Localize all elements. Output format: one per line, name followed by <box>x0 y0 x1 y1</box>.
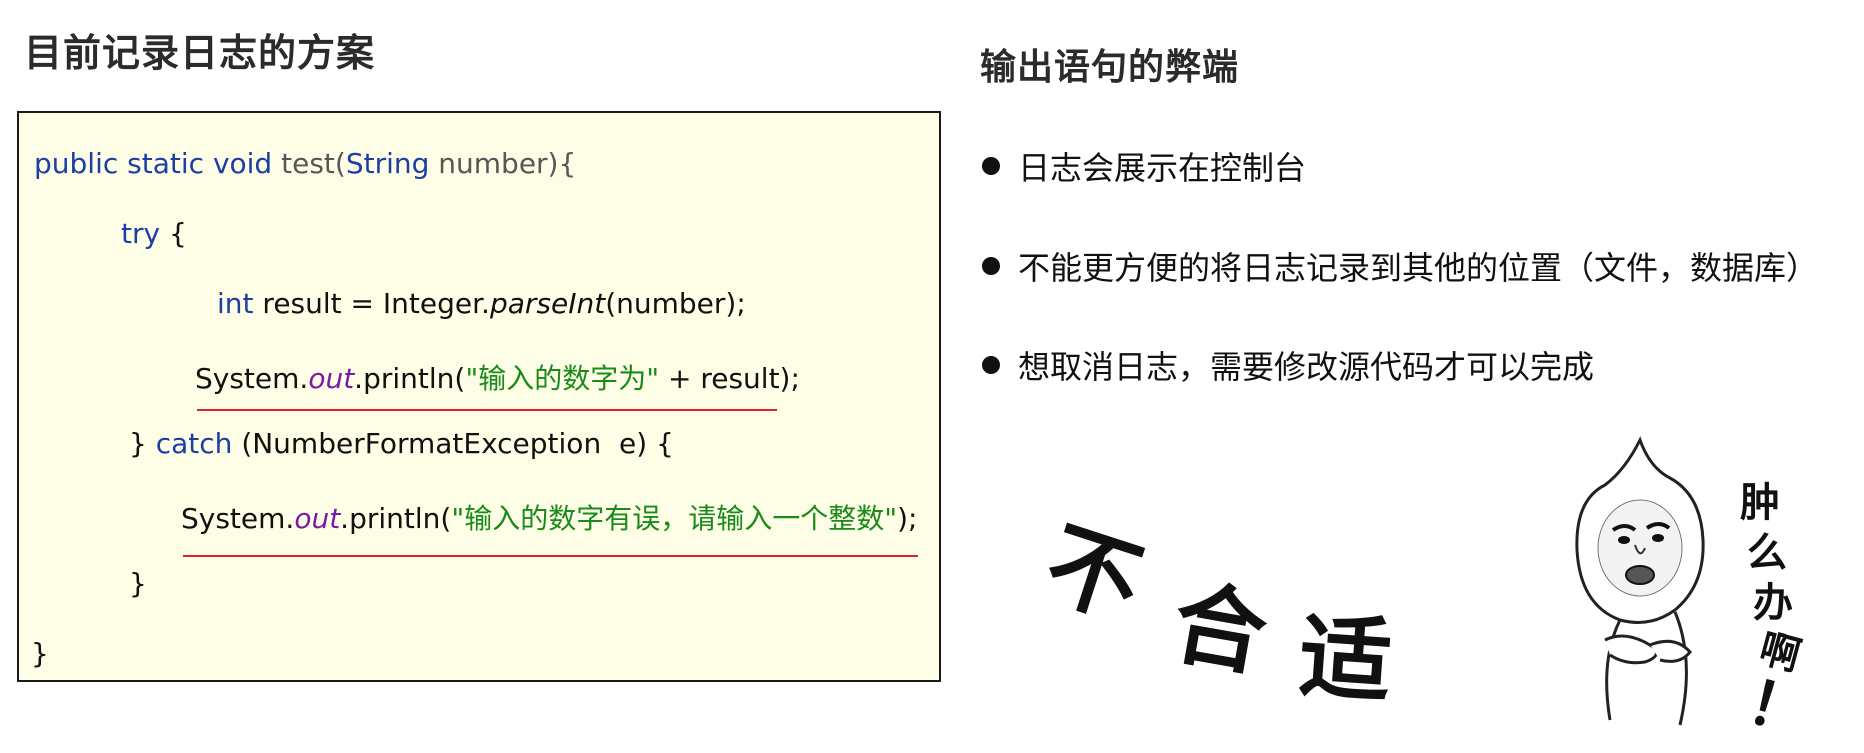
bullet-item: 日志会展示在控制台 <box>982 143 1306 189</box>
code-keyword: int <box>217 287 254 320</box>
code-text: .println( <box>354 362 466 395</box>
code-line-5: } catch (NumberFormatException e) { <box>129 427 674 460</box>
bullet-text: 不能更方便的将日志记录到其他的位置（文件，数据库） <box>1018 249 1819 287</box>
code-text: System. <box>181 502 295 535</box>
red-underline <box>197 409 777 411</box>
code-line-7: } <box>129 567 147 600</box>
code-text: (number); <box>605 287 746 320</box>
code-keyword: catch <box>155 427 233 460</box>
code-string: "输入的数字为" <box>465 362 660 395</box>
code-line-3: int result = Integer.parseInt(number); <box>217 287 746 320</box>
bullet-icon <box>982 157 1000 175</box>
code-text: result = Integer. <box>262 287 490 320</box>
code-text: (NumberFormatException e) { <box>241 427 674 460</box>
code-text: } <box>129 427 147 460</box>
code-line-4: System.out.println("输入的数字为" + result); <box>195 357 800 397</box>
code-text: System. <box>195 362 309 395</box>
bullet-text: 日志会展示在控制台 <box>1018 149 1307 187</box>
code-text: { <box>168 217 187 250</box>
code-field: out <box>294 502 341 535</box>
meme-char: 合 <box>1165 567 1275 691</box>
bullet-icon <box>982 356 1000 374</box>
code-string: "输入的数字有误，请输入一个整数" <box>451 502 898 535</box>
code-keyword: public static <box>34 147 205 180</box>
code-block: public static void test(String number){ … <box>17 111 941 682</box>
code-line-8: } <box>31 637 49 670</box>
red-underline <box>183 555 918 557</box>
code-method: parseInt <box>489 287 606 320</box>
meme-side-char: ！ <box>1740 667 1817 751</box>
left-title: 目前记录日志的方案 <box>24 31 376 75</box>
bullet-item: 不能更方便的将日志记录到其他的位置（文件，数据库） <box>982 243 1818 289</box>
meme-char: 适 <box>1295 601 1396 717</box>
code-text: ); <box>897 502 918 535</box>
code-text: number){ <box>438 147 577 180</box>
code-line-6: System.out.println("输入的数字有误，请输入一个整数"); <box>181 497 917 537</box>
code-keyword: try <box>121 217 161 250</box>
code-field: out <box>308 362 355 395</box>
meme-char: 不 <box>1033 508 1155 640</box>
right-title: 输出语句的弊端 <box>980 47 1240 88</box>
code-line-2: try { <box>121 217 187 250</box>
bullet-text: 想取消日志，需要修改源代码才可以完成 <box>1018 348 1595 386</box>
code-type: String <box>345 147 430 180</box>
code-line-1: public static void test(String number){ <box>34 147 576 180</box>
code-text: + result); <box>659 362 800 395</box>
bullet-icon <box>982 257 1000 275</box>
code-text: .println( <box>340 502 452 535</box>
code-keyword: void <box>212 147 273 180</box>
meme-face-icon <box>1575 436 1705 726</box>
bullet-item: 想取消日志，需要修改源代码才可以完成 <box>982 342 1594 388</box>
meme-character: 肿 么 办 啊 ！ <box>1555 430 1817 750</box>
code-method-name: test( <box>281 147 346 180</box>
